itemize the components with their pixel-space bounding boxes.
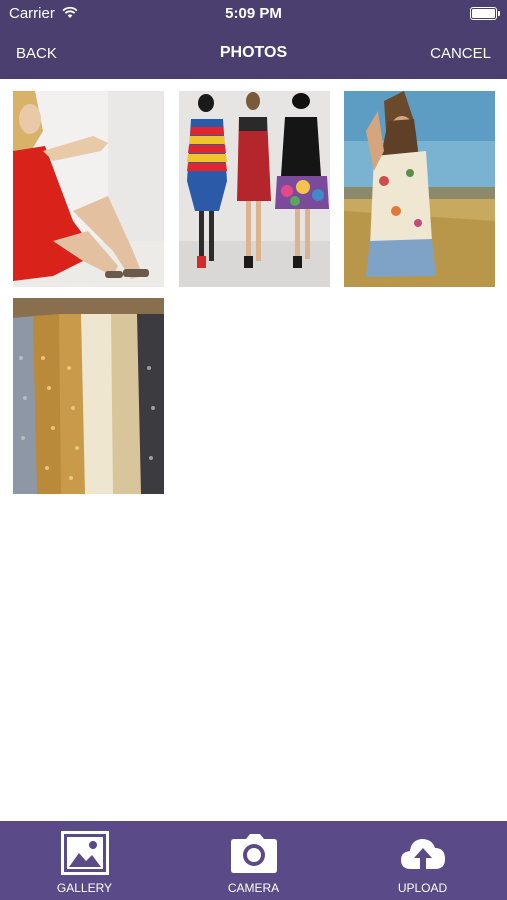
photo-thumbnail-3[interactable] — [344, 91, 495, 287]
top-bar: Carrier 5:09 PM BACK PHOTOS CANCEL — [0, 0, 507, 79]
photo-field-image — [344, 91, 495, 287]
photo-runway-image — [179, 91, 330, 287]
camera-icon — [231, 834, 277, 873]
tab-gallery[interactable]: GALLERY — [0, 821, 169, 900]
upload-cloud-icon — [401, 839, 445, 869]
photo-thumbnail-4[interactable] — [13, 298, 164, 494]
clock: 5:09 PM — [225, 5, 282, 22]
nav-bar: BACK PHOTOS CANCEL — [0, 28, 507, 79]
photo-thumbnail-2[interactable] — [179, 91, 330, 287]
back-button[interactable]: BACK — [16, 45, 57, 62]
tab-upload-label: UPLOAD — [397, 881, 448, 895]
tab-camera-label: CAMERA — [227, 881, 280, 895]
photo-dresses-image — [13, 298, 164, 494]
tab-gallery-label: GALLERY — [56, 881, 113, 895]
tab-camera[interactable]: CAMERA — [169, 821, 338, 900]
gallery-icon — [61, 831, 109, 875]
photo-thumbnail-1[interactable] — [13, 91, 164, 287]
photo-red-dress-image — [13, 91, 164, 287]
battery-icon — [470, 7, 500, 20]
cancel-button[interactable]: CANCEL — [430, 45, 491, 62]
tab-upload[interactable]: UPLOAD — [338, 821, 507, 900]
tab-bar: GALLERY CAMERA UPLOAD — [0, 821, 507, 900]
status-bar: Carrier 5:09 PM — [0, 0, 507, 28]
photo-grid — [0, 79, 507, 821]
